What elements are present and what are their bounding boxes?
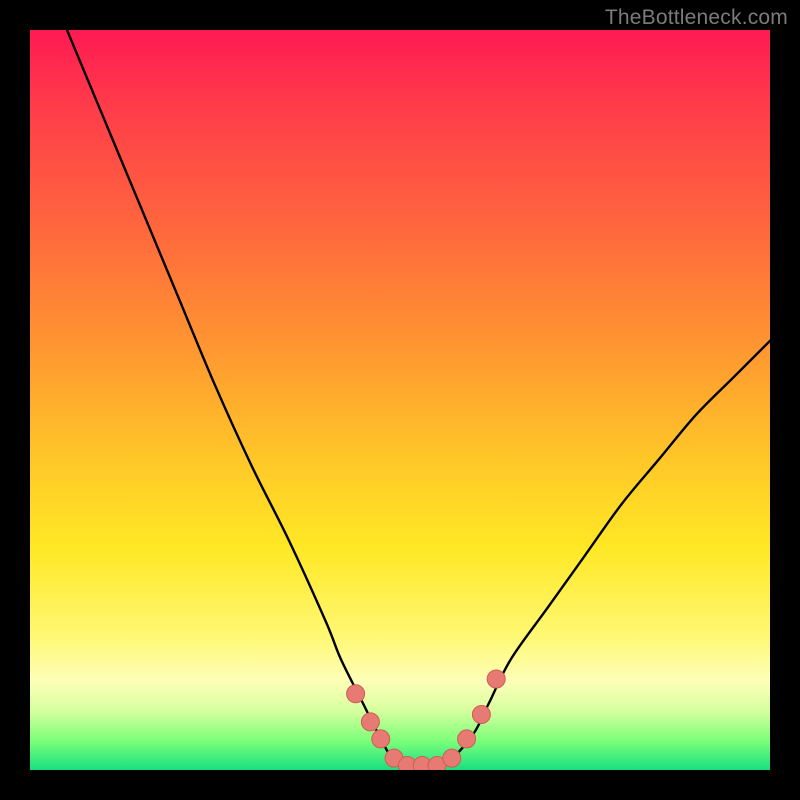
curve-marker xyxy=(443,749,461,767)
curve-marker xyxy=(472,706,490,724)
curve-marker xyxy=(361,713,379,731)
bottleneck-curve-svg xyxy=(30,30,770,770)
curve-markers xyxy=(347,670,506,770)
bottleneck-curve-path xyxy=(67,30,770,767)
plot-area xyxy=(30,30,770,770)
chart-frame: TheBottleneck.com xyxy=(0,0,800,800)
curve-marker xyxy=(347,685,365,703)
curve-marker xyxy=(372,730,390,748)
curve-marker xyxy=(458,730,476,748)
watermark-text: TheBottleneck.com xyxy=(605,6,788,30)
curve-marker xyxy=(487,670,505,688)
